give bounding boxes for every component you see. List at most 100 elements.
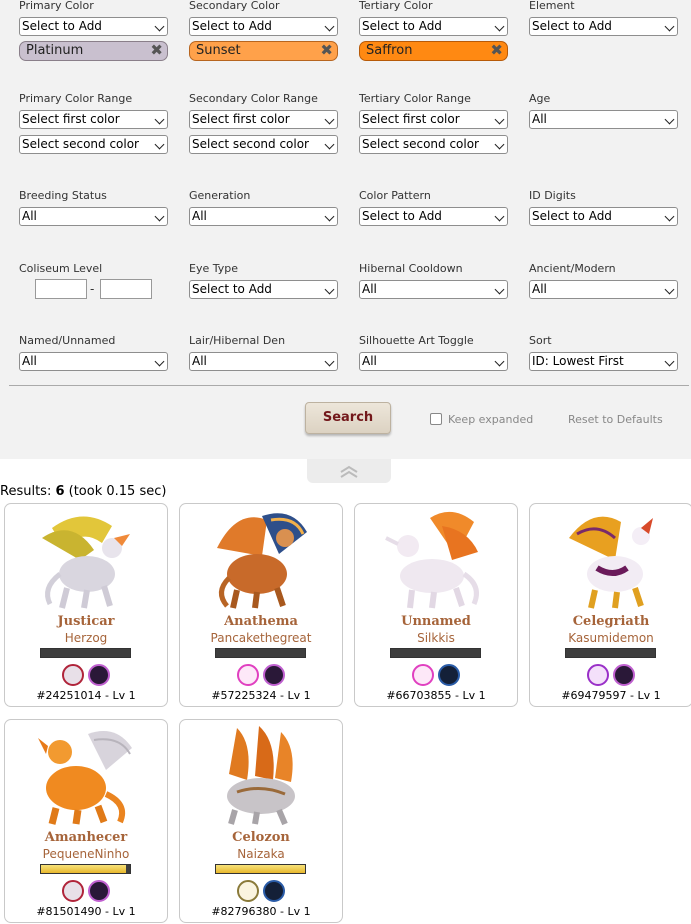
dragon-image[interactable] (557, 508, 667, 612)
chevron-down-icon (324, 21, 335, 32)
lair-den-select[interactable]: All (189, 352, 338, 371)
coliseum-level-max-input[interactable] (100, 279, 152, 299)
chevron-down-icon (324, 139, 335, 150)
dragon-name[interactable]: Celozon (180, 830, 342, 845)
dragon-image[interactable] (207, 724, 317, 828)
dragon-card[interactable]: Celegriath Kasumidemon #69479597 - Lv 1 (529, 503, 691, 707)
hibernal-cooldown-label: Hibernal Cooldown (359, 262, 463, 275)
remove-chip-icon[interactable]: ✖ (490, 41, 503, 59)
chevron-down-icon (324, 211, 335, 222)
energy-bar-fill (41, 865, 126, 873)
primary-range-first-select[interactable]: Select first color (19, 110, 168, 129)
purple-swirl-icon (587, 664, 609, 686)
sort-select[interactable]: ID: Lowest First (529, 352, 678, 371)
generation-select[interactable]: All (189, 207, 338, 226)
chevron-down-icon (494, 356, 505, 367)
dragon-card[interactable]: Amanhecer PequeneNinho #81501490 - Lv 1 (4, 719, 168, 923)
coliseum-level-label: Coliseum Level (19, 262, 103, 275)
dragon-card[interactable]: Justicar Herzog #24251014 - Lv 1 (4, 503, 168, 707)
named-unnamed-label: Named/Unnamed (19, 334, 116, 347)
tiered-spiral-icon (62, 880, 84, 902)
eye-type-select[interactable]: Select to Add (189, 280, 338, 299)
dragon-card[interactable]: Unnamed Silkkis #66703855 - Lv 1 (354, 503, 518, 707)
primary-color-select[interactable]: Select to Add (19, 17, 168, 36)
chevron-down-icon (324, 114, 335, 125)
dragon-owner[interactable]: PequeneNinho (5, 847, 167, 861)
chevron-down-icon (664, 211, 675, 222)
color-pattern-select[interactable]: Select to Add (359, 207, 508, 226)
element-label: Element (529, 0, 575, 12)
age-label: Age (529, 92, 551, 105)
secondary-color-select[interactable]: Select to Add (189, 17, 338, 36)
range-separator: - (90, 282, 95, 296)
breeding-status-select[interactable]: All (19, 207, 168, 226)
energy-bar-fill (216, 865, 305, 873)
dragon-id-level: #57225324 - Lv 1 (211, 689, 311, 702)
id-digits-select[interactable]: Select to Add (529, 207, 678, 226)
keep-expanded-checkbox[interactable] (430, 413, 442, 425)
dragon-id-level: #82796380 - Lv 1 (211, 905, 311, 918)
secondary-range-second-select[interactable]: Select second color (189, 135, 338, 154)
dragon-image[interactable] (207, 508, 317, 612)
dragon-owner[interactable]: Herzog (5, 631, 167, 645)
hibernal-cooldown-select[interactable]: All (359, 280, 508, 299)
ancient-modern-select[interactable]: All (529, 280, 678, 299)
dragon-image[interactable] (382, 508, 492, 612)
named-unnamed-select[interactable]: All (19, 352, 168, 371)
dragon-id-level: #81501490 - Lv 1 (36, 905, 136, 918)
dragon-image[interactable] (32, 508, 142, 612)
silhouette-toggle-select[interactable]: All (359, 352, 508, 371)
keep-expanded-label[interactable]: Keep expanded (448, 413, 533, 426)
secondary-color-chip: Sunset ✖ (189, 41, 338, 61)
results-summary: Results: 6 (took 0.15 sec) (0, 484, 167, 499)
dragon-card[interactable]: Celozon Naizaka #82796380 - Lv 1 (179, 719, 343, 923)
female-gender-icon (88, 664, 110, 686)
dragon-owner[interactable]: Pancakethegreat (180, 631, 342, 645)
dragon-name[interactable]: Justicar (5, 614, 167, 629)
remove-chip-icon[interactable]: ✖ (320, 41, 333, 59)
id-digits-label: ID Digits (529, 189, 576, 202)
tertiary-range-first-select[interactable]: Select first color (359, 110, 508, 129)
tertiary-range-second-select[interactable]: Select second color (359, 135, 508, 154)
male-gender-icon (263, 880, 285, 902)
tertiary-color-select[interactable]: Select to Add (359, 17, 508, 36)
dragon-name[interactable]: Unnamed (355, 614, 517, 629)
dragon-owner[interactable]: Silkkis (355, 631, 517, 645)
female-gender-icon (88, 880, 110, 902)
color-pattern-label: Color Pattern (359, 189, 431, 202)
dragon-id-level: #66703855 - Lv 1 (386, 689, 486, 702)
dragon-owner[interactable]: Kasumidemon (530, 631, 691, 645)
dragon-name[interactable]: Amanhecer (5, 830, 167, 845)
energy-bar (215, 864, 306, 874)
secondary-range-first-select[interactable]: Select first color (189, 110, 338, 129)
age-select[interactable]: All (529, 110, 678, 129)
coliseum-level-min-input[interactable] (35, 279, 87, 299)
chevron-down-icon (154, 139, 165, 150)
dragon-name[interactable]: Celegriath (530, 614, 691, 629)
dragon-card[interactable]: Anathema Pancakethegreat #57225324 - Lv … (179, 503, 343, 707)
search-filter-panel: Primary Color Select to Add Platinum ✖ Se… (0, 0, 691, 459)
tiered-spiral-icon (62, 664, 84, 686)
ancient-modern-label: Ancient/Modern (529, 262, 616, 275)
dragon-name[interactable]: Anathema (180, 614, 342, 629)
chevron-down-icon (494, 21, 505, 32)
primary-range-second-select[interactable]: Select second color (19, 135, 168, 154)
chevron-down-icon (154, 356, 165, 367)
search-button[interactable]: Search (305, 402, 391, 434)
wing-tiers-icon (237, 880, 259, 902)
energy-bar (40, 648, 131, 658)
pink-spiral-icon (237, 664, 259, 686)
lair-den-label: Lair/Hibernal Den (189, 334, 286, 347)
collapse-filters-toggle[interactable] (307, 459, 391, 483)
dragon-image[interactable] (32, 724, 142, 828)
breeding-status-label: Breeding Status (19, 189, 107, 202)
female-gender-icon (613, 664, 635, 686)
reset-defaults-link[interactable]: Reset to Defaults (568, 413, 663, 426)
tertiary-color-chip: Saffron ✖ (359, 41, 508, 61)
chevron-down-icon (664, 284, 675, 295)
element-select[interactable]: Select to Add (529, 17, 678, 36)
dragon-owner[interactable]: Naizaka (180, 847, 342, 861)
double-chevron-up-icon (340, 465, 358, 478)
silhouette-toggle-label: Silhouette Art Toggle (359, 334, 474, 347)
remove-chip-icon[interactable]: ✖ (150, 41, 163, 59)
